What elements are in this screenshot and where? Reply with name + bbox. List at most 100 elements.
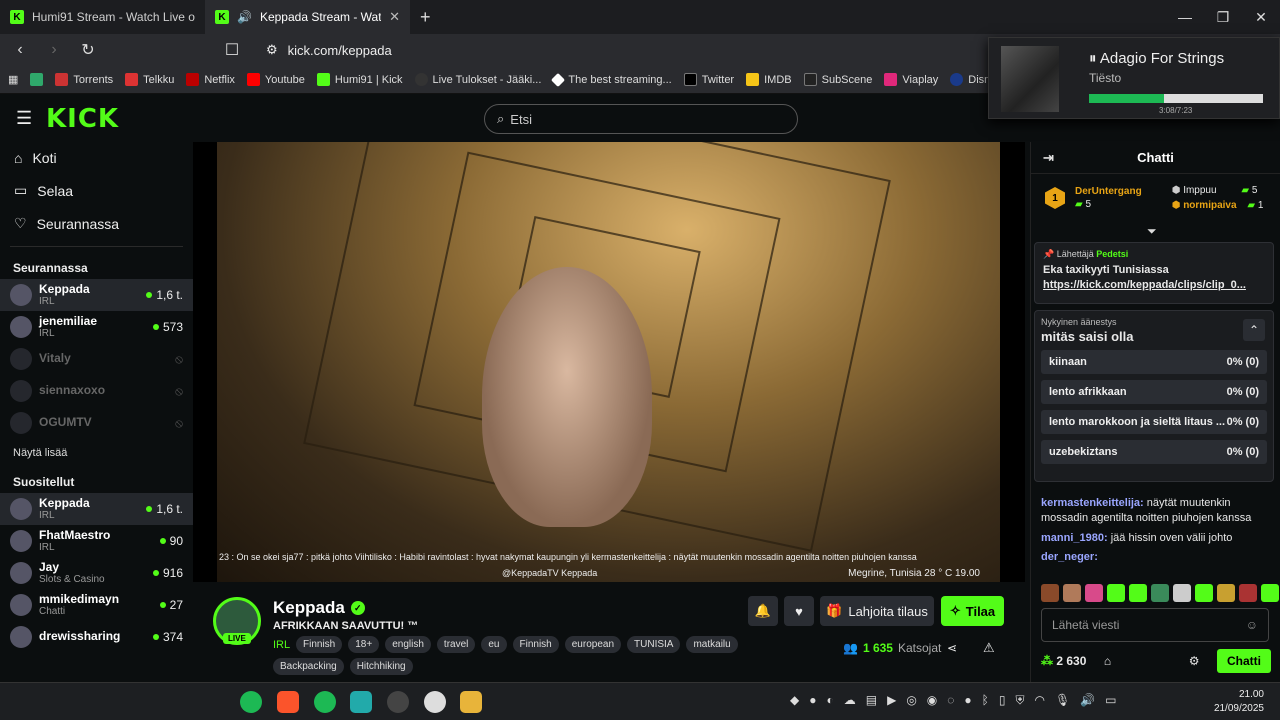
channel-item[interactable]: mmikedimayn Chatti 27 <box>0 589 193 621</box>
emote-icon[interactable] <box>1129 584 1147 602</box>
nav-browse[interactable]: ▭ Selaa <box>0 174 193 207</box>
emote-icon[interactable] <box>1085 584 1103 602</box>
notification-bell-button[interactable]: 🔔 <box>748 596 778 626</box>
cloud-icon[interactable]: ☁ <box>844 693 856 708</box>
close-tab-icon[interactable]: ✕ <box>389 9 400 25</box>
channel-item[interactable]: Vitaly ⦸ <box>0 343 193 375</box>
tag-chip[interactable]: Finnish <box>296 636 343 653</box>
kick-logo[interactable]: KICK <box>46 104 119 134</box>
tag-chip[interactable]: Finnish <box>512 636 559 653</box>
emote-icon[interactable] <box>1063 584 1081 602</box>
emote-icon[interactable] <box>1173 584 1191 602</box>
bookmark-live-tulokset[interactable]: Live Tulokset - Jääki... <box>414 73 541 86</box>
chat-username[interactable]: manni_1980: <box>1041 532 1108 544</box>
bookmark-telkku[interactable]: Telkku <box>125 73 174 86</box>
pause-icon[interactable]: ⏸ <box>1089 50 1097 67</box>
stream-category[interactable]: IRL <box>273 639 290 651</box>
shield-icon[interactable]: ⛨ <box>1015 693 1024 708</box>
wifi-icon[interactable]: ◠ <box>1035 693 1045 708</box>
spotify-tray-icon[interactable]: ● <box>809 693 816 708</box>
battery-icon[interactable]: ▭ <box>1105 693 1116 708</box>
chat-message-input[interactable]: Lähetä viesti ☺ <box>1041 608 1269 642</box>
bookmark-humi91[interactable]: Humi91 | Kick <box>316 73 403 86</box>
app-icon[interactable] <box>350 691 372 713</box>
bookmark-subscene[interactable]: SubScene <box>803 73 872 86</box>
microphone-icon[interactable]: 🎙 <box>1055 693 1070 708</box>
tag-chip[interactable]: european <box>564 636 622 653</box>
nav-following[interactable]: ♡ Seurannassa <box>0 207 193 240</box>
app-icon[interactable]: ◌ <box>947 693 954 708</box>
bookmark-best-streaming[interactable]: The best streaming... <box>551 72 672 87</box>
bookmark-imdb[interactable]: IMDB <box>746 73 792 86</box>
channel-item[interactable]: jenemiliae IRL 573 <box>0 311 193 343</box>
channel-item[interactable]: siennaxoxo ⦸ <box>0 375 193 407</box>
collapse-poll-icon[interactable]: ⌃ <box>1243 319 1265 341</box>
site-info-icon[interactable]: ⚙ <box>266 42 278 58</box>
emote-icon[interactable] <box>1151 584 1169 602</box>
app-icon[interactable]: ◎ <box>906 693 916 708</box>
spotify-icon[interactable] <box>314 691 336 713</box>
streamer-name[interactable]: Keppada ✓ <box>273 598 365 618</box>
emoji-icon[interactable]: ☺ <box>1246 618 1258 632</box>
share-icon[interactable]: ⋖ <box>947 641 957 655</box>
channel-item[interactable]: FhatMaestro IRL 90 <box>0 525 193 557</box>
bookmark-youtube[interactable]: Youtube <box>246 73 305 86</box>
channel-points[interactable]: ⁂ 2 630 <box>1041 654 1086 668</box>
tag-chip[interactable]: Hitchhiking <box>349 658 413 675</box>
pinned-message[interactable]: 📌 Lähettäjä Pedetsi Eka taxikyyti Tunisi… <box>1034 242 1274 304</box>
emote-icon[interactable] <box>1261 584 1279 602</box>
file-explorer-icon[interactable] <box>460 691 482 713</box>
app-icon[interactable] <box>387 691 409 713</box>
tab-keppada[interactable]: K 🔊 Keppada Stream - Watch Live ✕ <box>205 0 410 34</box>
tab-humi91[interactable]: K Humi91 Stream - Watch Live on Kick <box>0 0 205 34</box>
video-player[interactable]: 23 : On se okei sja77 : pitkä johto Viih… <box>193 142 1025 582</box>
emote-icon[interactable] <box>1195 584 1213 602</box>
discord-icon[interactable]: ◐ <box>826 693 833 708</box>
poll-option[interactable]: lento marokkoon ja sieltä litaus ... 0% (… <box>1041 410 1267 434</box>
app-icon[interactable]: ▯ <box>999 693 1006 708</box>
channel-item[interactable]: Keppada IRL 1,6 t. <box>0 279 193 311</box>
spotify-icon[interactable] <box>240 691 262 713</box>
tag-chip[interactable]: 18+ <box>348 636 380 653</box>
pinned-link[interactable]: https://kick.com/keppada/clips/clip_0... <box>1043 279 1265 291</box>
app-icon[interactable] <box>424 691 446 713</box>
bookmark-torrents[interactable]: Torrents <box>55 73 113 86</box>
url-field[interactable]: ⚙ kick.com/keppada <box>266 38 1026 62</box>
channel-item[interactable]: drewissharing 374 <box>0 621 193 653</box>
tag-chip[interactable]: Backpacking <box>273 658 344 675</box>
speaker-icon[interactable]: 🔊 <box>1080 693 1095 708</box>
app-icon[interactable]: ◉ <box>927 693 937 708</box>
new-tab-button[interactable]: + <box>420 7 431 28</box>
tag-chip[interactable]: TUNISIA <box>627 636 681 653</box>
forward-button[interactable]: › <box>44 41 64 59</box>
channel-item[interactable]: OGUMTV ⦸ <box>0 407 193 439</box>
minimize-button[interactable]: — <box>1166 0 1204 34</box>
tag-chip[interactable]: eu <box>481 636 507 653</box>
bookmark-viaplay[interactable]: Viaplay <box>884 73 938 86</box>
poll-option[interactable]: lento afrikkaan 0% (0) <box>1041 380 1267 404</box>
search-input[interactable]: ⌕ Etsi <box>484 104 798 134</box>
chat-username[interactable]: der_neger: <box>1041 551 1098 563</box>
emote-icon[interactable] <box>1217 584 1235 602</box>
collapse-chat-icon[interactable]: ⇥ <box>1043 150 1054 166</box>
bookmark-twitter[interactable]: Twitter <box>683 73 734 86</box>
back-button[interactable]: ‹ <box>10 41 30 59</box>
channel-item[interactable]: Jay Slots & Casino 916 <box>0 557 193 589</box>
play-icon[interactable]: ▶ <box>887 693 896 708</box>
gift-sub-button[interactable]: 🎁 Lahjoita tilaus <box>820 596 934 626</box>
settings-gear-icon[interactable]: ⚙ <box>1189 654 1200 668</box>
tag-chip[interactable]: matkailu <box>686 636 738 653</box>
reload-button[interactable]: ↻ <box>78 40 98 60</box>
menu-icon[interactable]: ☰ <box>16 108 32 129</box>
brave-icon[interactable] <box>277 691 299 713</box>
send-chat-button[interactable]: Chatti <box>1216 649 1271 673</box>
poll-option[interactable]: kiinaan 0% (0) <box>1041 350 1267 374</box>
bookmark-netflix[interactable]: Netflix <box>186 73 235 86</box>
follow-heart-button[interactable]: ♥ <box>784 596 814 626</box>
app-icon[interactable]: ▤ <box>866 693 877 708</box>
channel-item[interactable]: Keppada IRL 1,6 t. <box>0 493 193 525</box>
subscribe-button[interactable]: ✧ Tilaa <box>941 596 1004 626</box>
media-progress[interactable] <box>1089 94 1263 103</box>
nav-home[interactable]: ⌂ Koti <box>0 142 193 174</box>
tag-chip[interactable]: travel <box>436 636 476 653</box>
